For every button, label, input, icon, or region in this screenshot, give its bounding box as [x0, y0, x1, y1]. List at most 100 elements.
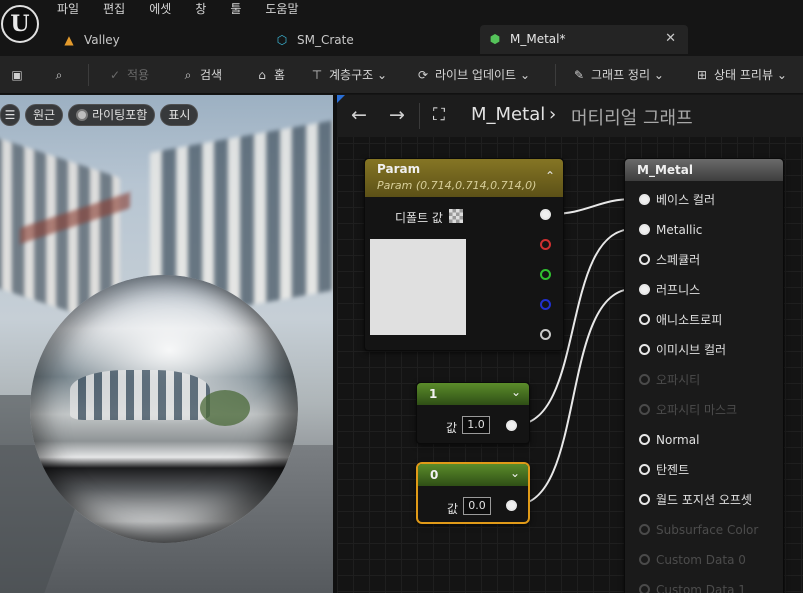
menu-edit[interactable]: 편집	[103, 0, 125, 20]
show-button[interactable]: 표시	[160, 104, 199, 126]
landscape-icon: ▲	[64, 33, 74, 47]
menu-bar: 파일 편집 에셋 창 툴 도움말	[57, 0, 323, 20]
tab-m-metal[interactable]: ⬢ M_Metal* ✕	[480, 25, 688, 54]
constant-node-header: 0 ⌄	[418, 464, 528, 486]
search-button[interactable]: ⌕ 검색	[179, 64, 222, 86]
forward-arrow-icon[interactable]: →	[389, 104, 405, 126]
menu-file[interactable]: 파일	[57, 0, 79, 20]
tab-valley[interactable]: ▲ Valley	[62, 26, 119, 54]
material-result-node[interactable]: M_Metal 베이스 컬러 Metallic 스페큘러 러프니스 애니소트로피…	[624, 158, 784, 593]
checker-icon[interactable]	[449, 209, 463, 223]
home-button[interactable]: ⌂ 홈	[253, 64, 285, 86]
input-pin[interactable]	[639, 284, 650, 295]
param-output-a-pin[interactable]	[540, 329, 551, 340]
param-output-r-pin[interactable]	[540, 239, 551, 250]
input-pin[interactable]	[639, 224, 650, 235]
perspective-button[interactable]: 원근	[25, 104, 64, 126]
material-icon: ⬢	[489, 32, 501, 46]
toolbar-divider	[88, 64, 89, 86]
live-update-icon: ⟳	[417, 68, 429, 82]
constant-output-pin[interactable]	[506, 500, 517, 511]
nav-divider	[419, 103, 420, 129]
browse-button[interactable]: ⌕	[50, 64, 71, 86]
constant-output-pin[interactable]	[506, 420, 517, 431]
material-node-header: M_Metal	[625, 159, 783, 181]
constant-value-label: 값	[447, 502, 459, 516]
chevron-up-icon[interactable]: ⌃	[545, 169, 555, 183]
constant-node-header: 1 ⌄	[417, 383, 529, 405]
input-pin[interactable]	[639, 254, 650, 265]
sphere-reflection	[70, 370, 210, 420]
apply-button[interactable]: ✓ 적용	[106, 64, 149, 86]
stats-icon: ⊞	[696, 68, 708, 82]
preview-sphere	[30, 275, 298, 543]
input-custom-data-0: Custom Data 0	[639, 551, 746, 569]
chevron-down-icon[interactable]: ⌄	[510, 466, 520, 480]
hamburger-menu-icon[interactable]: ☰	[0, 104, 20, 126]
apply-icon: ✓	[109, 68, 121, 82]
back-arrow-icon[interactable]: ←	[351, 104, 367, 126]
input-specular[interactable]: 스페큘러	[639, 251, 700, 269]
param-output-g-pin[interactable]	[540, 269, 551, 280]
param-color-swatch[interactable]	[370, 239, 466, 335]
close-icon[interactable]: ✕	[665, 25, 676, 53]
input-normal[interactable]: Normal	[639, 431, 699, 449]
constant-node-1[interactable]: 1 ⌄ 값 1.0	[416, 382, 530, 444]
preview-viewport[interactable]: ☰ 원근 라이팅포함 표시	[0, 95, 333, 593]
input-roughness[interactable]: 러프니스	[639, 281, 700, 299]
graph-breadcrumb-bar: ← → ⛶ M_Metal › 머티리얼 그래프	[337, 95, 803, 137]
constant-value-input[interactable]: 1.0	[462, 416, 490, 434]
input-pin[interactable]	[639, 464, 650, 475]
input-world-position-offset[interactable]: 월드 포지션 오프셋	[639, 491, 752, 509]
input-pin	[639, 404, 650, 415]
lit-sphere-icon	[76, 109, 89, 121]
tab-sm-crate[interactable]: ⬡ SM_Crate	[275, 26, 354, 54]
input-custom-data-1: Custom Data 1	[639, 581, 746, 593]
input-pin[interactable]	[639, 494, 650, 505]
hierarchy-button[interactable]: ⊤ 계층구조 ⌄	[308, 64, 387, 86]
chevron-down-icon: ⌄	[653, 68, 664, 82]
param-output-rgb-pin[interactable]	[540, 209, 551, 220]
chevron-down-icon[interactable]: ⌄	[511, 385, 521, 399]
breadcrumb-graph: 머티리얼 그래프	[571, 108, 693, 129]
live-update-button[interactable]: ⟳ 라이브 업데이트 ⌄	[414, 64, 530, 86]
static-mesh-icon: ⬡	[276, 33, 288, 47]
material-graph[interactable]: ← → ⛶ M_Metal › 머티리얼 그래프 Param Param (0.…	[337, 95, 803, 593]
input-emissive-color[interactable]: 이미시브 컬러	[639, 341, 726, 359]
save-button[interactable]: ▣	[8, 64, 29, 86]
unreal-logo[interactable]: U	[1, 5, 39, 43]
chevron-down-icon: ⌄	[776, 68, 787, 82]
input-anisotropy[interactable]: 애니소트로피	[639, 311, 722, 329]
toolbar-divider	[555, 64, 556, 86]
param-node[interactable]: Param Param (0.714,0.714,0.714,0) ⌃ 디폴트 …	[364, 158, 564, 351]
lighting-mode-button[interactable]: 라이팅포함	[68, 104, 156, 126]
input-pin[interactable]	[639, 434, 650, 445]
constant-value-label: 값	[446, 421, 458, 435]
input-tangent[interactable]: 탄젠트	[639, 461, 689, 479]
input-pin[interactable]	[639, 194, 650, 205]
param-output-b-pin[interactable]	[540, 299, 551, 310]
param-node-header: Param Param (0.714,0.714,0.714,0) ⌃	[365, 159, 563, 197]
menu-window[interactable]: 창	[195, 0, 206, 20]
param-default-label: 디폴트 값	[395, 211, 443, 225]
chevron-down-icon: ⌄	[377, 68, 388, 82]
menu-help[interactable]: 도움말	[265, 0, 298, 20]
input-pin[interactable]	[639, 344, 650, 355]
stats-preview-button[interactable]: ⊞ 상태 프리뷰 ⌄	[693, 64, 787, 86]
input-pin[interactable]	[639, 314, 650, 325]
home-icon: ⌂	[258, 68, 266, 82]
input-base-color[interactable]: 베이스 컬러	[639, 191, 715, 209]
menu-tools[interactable]: 툴	[230, 0, 241, 20]
viewport-toolbar: ☰ 원근 라이팅포함 표시	[0, 104, 203, 126]
chevron-down-icon: ⌄	[519, 68, 530, 82]
input-pin	[639, 374, 650, 385]
breadcrumb-asset[interactable]: M_Metal	[471, 104, 545, 125]
menu-asset[interactable]: 에셋	[149, 0, 171, 20]
constant-node-title: 1	[429, 387, 438, 401]
constant-node-0[interactable]: 0 ⌄ 값 0.0	[416, 462, 530, 524]
constant-value-input[interactable]: 0.0	[463, 497, 491, 515]
clean-graph-button[interactable]: ✎ 그래프 정리 ⌄	[570, 64, 664, 86]
input-metallic[interactable]: Metallic	[639, 221, 702, 239]
input-pin	[639, 524, 650, 535]
graph-icon: ⛶	[433, 105, 445, 125]
